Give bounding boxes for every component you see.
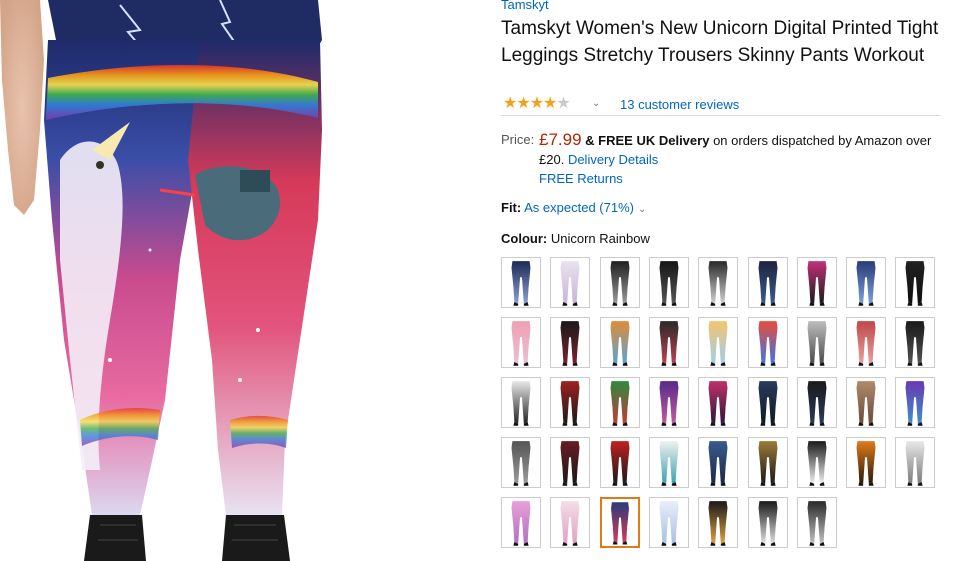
colour-swatch-black-white-check[interactable]: [796, 497, 837, 548]
colour-swatch-white-pink-print[interactable]: [550, 497, 591, 548]
colour-swatch-black-shiny[interactable]: [648, 257, 689, 308]
delivery-condition-text: on orders dispatched by Amazon over: [713, 133, 932, 148]
colour-swatch-grey-comic[interactable]: [796, 317, 837, 368]
star-rating[interactable]: ★★★★★: [503, 95, 571, 112]
star-icon: ★: [543, 95, 557, 112]
price-text: £7.99 & FREE UK Delivery on orders dispa…: [539, 130, 944, 188]
colour-swatch-rainbow-stripe[interactable]: [747, 317, 788, 368]
colour-swatch-white-light-blue[interactable]: [648, 497, 689, 548]
colour-swatch-purple-galaxy[interactable]: [648, 377, 689, 428]
delivery-details-link[interactable]: Delivery Details: [568, 152, 658, 167]
colour-swatch-red-print[interactable]: [846, 317, 887, 368]
colour-swatch-tiger-orange[interactable]: [846, 437, 887, 488]
colour-swatch-unicorn-rainbow[interactable]: [599, 497, 640, 548]
colour-swatch-pink-pastel-print[interactable]: [501, 497, 541, 548]
star-icon: ★: [556, 95, 570, 112]
fit-row: Fit: As expected (71%) ⌄: [501, 200, 646, 215]
colour-swatch-black-white-arrows[interactable]: [698, 257, 739, 308]
colour-swatch-grey-black-print[interactable]: [501, 437, 541, 488]
colour-swatch-pink-galaxy[interactable]: [698, 377, 739, 428]
colour-swatch-white-black-cat[interactable]: [501, 377, 541, 428]
colour-swatch-black-floral[interactable]: [648, 317, 689, 368]
colour-swatch-denim-blue[interactable]: [698, 437, 739, 488]
colour-swatch-tan-plaid[interactable]: [846, 377, 887, 428]
colour-swatch-black-plain[interactable]: [796, 377, 837, 428]
colour-swatch-black-skull[interactable]: [895, 317, 936, 368]
colour-swatch-gold-black-print[interactable]: [747, 437, 788, 488]
colour-row: Colour: Unicorn Rainbow: [501, 231, 650, 246]
free-returns-link[interactable]: FREE Returns: [539, 171, 623, 186]
colour-swatch-navy-galaxy[interactable]: [501, 257, 541, 308]
colour-swatch-grid: [501, 257, 941, 557]
price-label: Price:: [501, 132, 535, 147]
fit-value-link[interactable]: As expected (71%): [524, 200, 634, 215]
colour-swatch-blue-nebula[interactable]: [846, 257, 887, 308]
product-title: Tamskyt Women's New Unicorn Digital Prin…: [501, 18, 939, 66]
colour-swatch-pink-black[interactable]: [796, 257, 837, 308]
colour-swatch-white-teal-panel[interactable]: [648, 437, 689, 488]
colour-swatch-black-white-stripe[interactable]: [796, 437, 837, 488]
product-main-image[interactable]: [0, 0, 470, 561]
fit-label: Fit:: [501, 200, 522, 215]
star-icon: ★: [503, 95, 517, 112]
colour-label: Colour:: [501, 231, 548, 246]
colour-swatch-white-snake[interactable]: [895, 437, 936, 488]
colour-swatch-red-black-split[interactable]: [599, 437, 640, 488]
chevron-down-icon[interactable]: ⌄: [638, 204, 646, 215]
free-delivery-label: & FREE UK Delivery: [585, 133, 710, 148]
colour-swatch-black-white-dots[interactable]: [747, 497, 788, 548]
colour-swatch-black-white-print[interactable]: [599, 257, 640, 308]
colour-swatch-black-maroon[interactable]: [550, 317, 591, 368]
brand-link[interactable]: Tamskyt: [501, 0, 549, 12]
colour-swatch-green-camo[interactable]: [599, 377, 640, 428]
colour-swatch-black-colourful-dots[interactable]: [698, 497, 739, 548]
colour-swatch-colourful-print[interactable]: [599, 317, 640, 368]
colour-swatch-purple-nebula[interactable]: [895, 377, 936, 428]
chevron-down-icon[interactable]: ⌄: [592, 96, 600, 112]
colour-swatch-maroon-black[interactable]: [550, 437, 591, 488]
colour-swatch-red-black-floral[interactable]: [550, 377, 591, 428]
colour-swatch-navy-denim[interactable]: [747, 377, 788, 428]
colour-swatch-blue-galaxy-dark[interactable]: [747, 257, 788, 308]
colour-swatch-black-mesh[interactable]: [895, 257, 936, 308]
colour-swatch-pink-floral[interactable]: [501, 317, 541, 368]
colour-value: Unicorn Rainbow: [550, 231, 650, 246]
star-icon: ★: [529, 95, 544, 112]
customer-reviews-link[interactable]: 13 customer reviews: [620, 97, 739, 112]
rating-row: ★★★★★ ⌄ 13 customer reviews: [501, 96, 941, 116]
colour-swatch-pastel-cartoon[interactable]: [698, 317, 739, 368]
star-icon: ★: [516, 95, 530, 112]
colour-swatch-white-pastel[interactable]: [550, 257, 591, 308]
price-amount: £7.99: [539, 130, 582, 149]
delivery-threshold: £20.: [539, 152, 565, 167]
